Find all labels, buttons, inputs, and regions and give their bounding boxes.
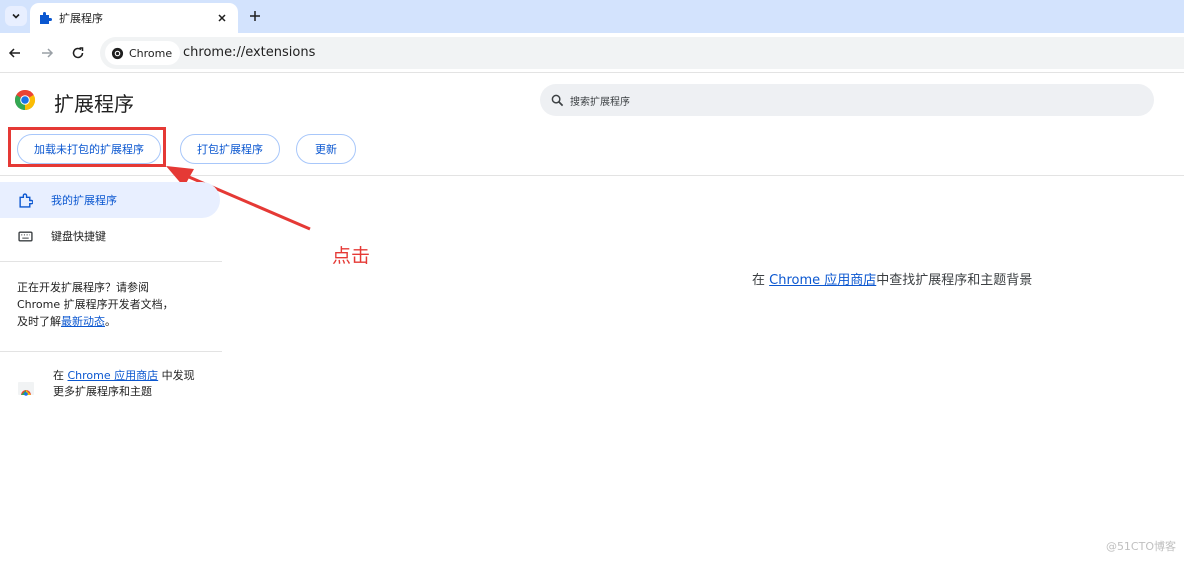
search-placeholder: 搜索扩展程序 bbox=[570, 96, 630, 108]
annotation-label: 点击 bbox=[332, 245, 371, 267]
reload-button[interactable] bbox=[69, 44, 87, 62]
tab-strip: 扩展程序 bbox=[0, 0, 1184, 33]
search-input[interactable]: 搜索扩展程序 bbox=[540, 84, 1154, 116]
watermark: @51CTO博客 bbox=[1105, 540, 1176, 553]
sidebar-item-my-extensions[interactable]: 我的扩展程序 bbox=[0, 182, 220, 218]
chevron-down-icon bbox=[12, 13, 20, 19]
plus-icon bbox=[250, 11, 260, 21]
address-bar[interactable]: Chrome chrome://extensions bbox=[100, 37, 1184, 69]
search-icon bbox=[551, 94, 564, 106]
webstore-icon bbox=[18, 382, 34, 396]
empty-state-message: 在 Chrome 应用商店中查找扩展程序和主题背景 bbox=[752, 273, 1033, 288]
arrow-right-icon bbox=[42, 48, 54, 58]
browser-window: 扩展程序 Chrome chrome://extensions 扩展程序 搜索扩… bbox=[0, 0, 1184, 562]
sidebar-item-label: 我的扩展程序 bbox=[51, 194, 117, 207]
toolbar: Chrome chrome://extensions bbox=[0, 33, 1184, 73]
webstore-promo: 在 Chrome 应用商店 中发现更多扩展程序和主题 bbox=[17, 368, 217, 400]
forward-button[interactable] bbox=[38, 44, 56, 62]
sidebar-item-label: 键盘快捷键 bbox=[51, 230, 106, 243]
chrome-webstore-link-main[interactable]: Chrome 应用商店 bbox=[769, 273, 876, 288]
url-text[interactable]: chrome://extensions bbox=[183, 45, 315, 60]
sidebar-divider bbox=[0, 261, 222, 262]
chrome-webstore-link[interactable]: Chrome 应用商店 bbox=[68, 369, 159, 382]
chrome-logo-icon bbox=[15, 90, 35, 110]
tab-title: 扩展程序 bbox=[59, 12, 103, 25]
reload-icon bbox=[72, 47, 84, 59]
tab-extensions[interactable]: 扩展程序 bbox=[30, 3, 238, 33]
chrome-icon bbox=[111, 47, 124, 59]
site-info-chip[interactable]: Chrome bbox=[105, 41, 181, 65]
latest-news-link[interactable]: 最新动态 bbox=[61, 315, 105, 328]
extension-icon bbox=[19, 192, 33, 208]
back-button[interactable] bbox=[6, 44, 24, 62]
tab-search-button[interactable] bbox=[5, 6, 27, 26]
sidebar-divider bbox=[0, 351, 222, 352]
annotation-highlight-box bbox=[8, 127, 166, 167]
arrow-left-icon bbox=[8, 48, 20, 58]
sidebar-item-keyboard-shortcuts[interactable]: 键盘快捷键 bbox=[0, 218, 106, 254]
site-chip-label: Chrome bbox=[129, 46, 173, 60]
close-icon bbox=[218, 14, 226, 22]
keyboard-icon bbox=[18, 231, 33, 241]
new-tab-button[interactable] bbox=[246, 7, 264, 25]
developer-docs-text: 正在开发扩展程序？请参阅 Chrome 扩展程序开发者文档， 及时了解最新动态。 bbox=[17, 281, 174, 328]
page-title: 扩展程序 bbox=[54, 92, 134, 116]
close-tab-button[interactable] bbox=[214, 10, 230, 26]
puzzle-icon bbox=[40, 12, 52, 24]
